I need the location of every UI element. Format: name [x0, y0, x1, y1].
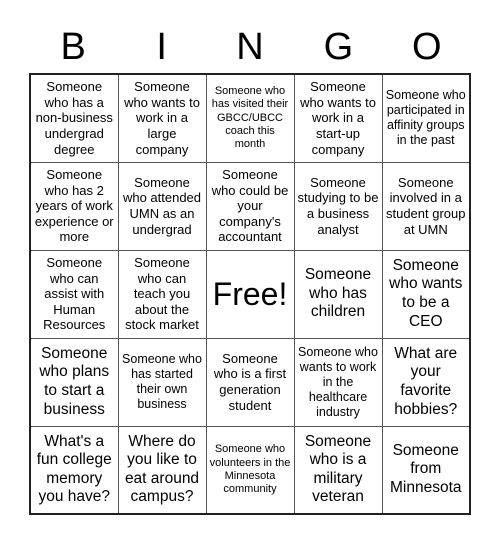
bingo-cell[interactable]: Someone who wants to work in a large com… — [117, 73, 207, 163]
bingo-cell[interactable]: Someone involved in a student group at U… — [381, 161, 471, 251]
bingo-cell[interactable]: Someone who has visited their GBCC/UBCC … — [205, 73, 295, 163]
bingo-row: What's a fun college memory you have? Wh… — [29, 425, 471, 515]
bingo-cell[interactable]: Someone who is a first generation studen… — [205, 337, 295, 427]
bingo-cell[interactable]: Someone who has 2 years of work experien… — [29, 161, 119, 251]
bingo-cell[interactable]: Someone who wants to work in a start-up … — [293, 73, 383, 163]
bingo-cell[interactable]: Someone who could be your company's acco… — [205, 161, 295, 251]
bingo-cell[interactable]: Someone from Minnesota — [381, 425, 471, 515]
header-letter-i: I — [156, 26, 167, 68]
bingo-cell[interactable]: Someone who plans to start a business — [29, 337, 119, 427]
header-letter-g: G — [323, 26, 354, 68]
free-space-cell[interactable]: Free! — [205, 249, 295, 339]
bingo-cell[interactable]: What are your favorite hobbies? — [381, 337, 471, 427]
bingo-cell[interactable]: Someone who can assist with Human Resour… — [29, 249, 119, 339]
bingo-cell[interactable]: Someone who attended UMN as an undergrad — [117, 161, 207, 251]
header-letter-o: O — [412, 26, 442, 68]
bingo-cell[interactable]: Someone who has children — [293, 249, 383, 339]
bingo-cell[interactable]: Someone who wants to work in the healthc… — [293, 337, 383, 427]
header-letter-n: N — [236, 26, 264, 68]
bingo-cell[interactable]: Someone who is a military veteran — [293, 425, 383, 515]
bingo-card: Someone who has a non-business undergrad… — [29, 73, 471, 515]
bingo-cell[interactable]: Someone who wants to be a CEO — [381, 249, 471, 339]
bingo-cell[interactable]: What's a fun college memory you have? — [29, 425, 119, 515]
header-letter-b: B — [60, 26, 86, 68]
bingo-cell[interactable]: Someone studying to be a business analys… — [293, 161, 383, 251]
bingo-row: Someone who can assist with Human Resour… — [29, 249, 471, 339]
bingo-header: B I N G O — [29, 22, 471, 72]
bingo-cell[interactable]: Where do you like to eat around campus? — [117, 425, 207, 515]
bingo-row: Someone who has 2 years of work experien… — [29, 161, 471, 251]
bingo-cell[interactable]: Someone who volunteers in the Minnesota … — [205, 425, 295, 515]
bingo-cell[interactable]: Someone who has started their own busine… — [117, 337, 207, 427]
bingo-cell[interactable]: Someone who participated in affinity gro… — [381, 73, 471, 163]
bingo-cell[interactable]: Someone who has a non-business undergrad… — [29, 73, 119, 163]
bingo-row: Someone who has a non-business undergrad… — [29, 73, 471, 163]
bingo-cell[interactable]: Someone who can teach you about the stoc… — [117, 249, 207, 339]
bingo-row: Someone who plans to start a business So… — [29, 337, 471, 427]
